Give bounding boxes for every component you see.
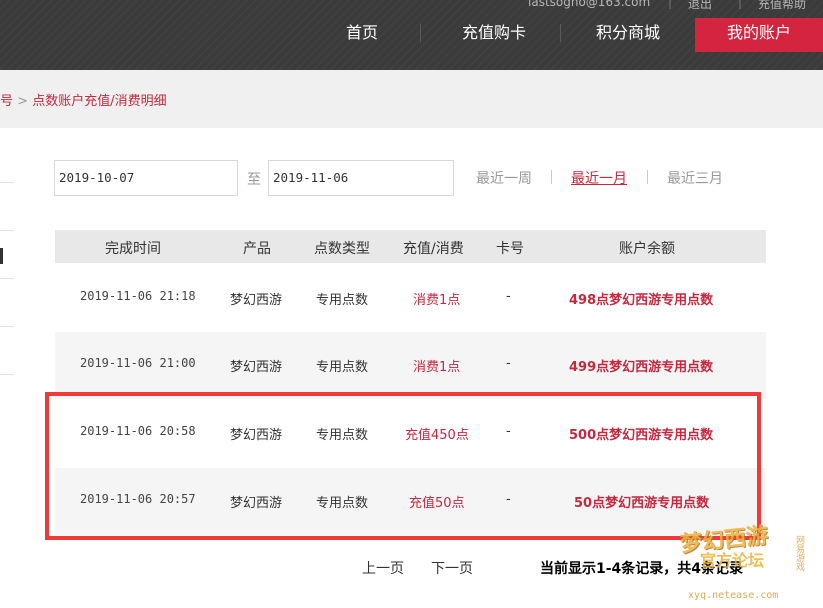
sidebar-divider: [0, 374, 14, 375]
row-balance: 498点梦幻西游专用点数: [569, 293, 714, 308]
nav-recharge-card[interactable]: 充值购卡: [448, 18, 540, 52]
col-product: 产品: [243, 241, 271, 257]
breadcrumb-current: 点数账户充值/消费明细: [32, 94, 167, 109]
table-header: 完成时间 产品 点数类型 充值/消费 卡号 账户余额: [55, 230, 766, 263]
divider: |: [738, 0, 743, 9]
nav-points-mall[interactable]: 积分商城: [582, 18, 674, 52]
next-page-link[interactable]: 下一页: [431, 558, 473, 578]
nav-divider: [420, 24, 421, 42]
row-time: 2019-11-06 21:00: [80, 356, 196, 370]
row-amount: 消费1点: [413, 293, 461, 308]
quick-last-three-months[interactable]: 最近三月: [667, 168, 723, 188]
quick-divider: [647, 170, 648, 184]
watermark-forum: 官方论坛: [700, 551, 765, 570]
end-date-input[interactable]: [273, 161, 443, 193]
sidebar-divider: [0, 278, 14, 279]
quick-last-week[interactable]: 最近一周: [476, 168, 532, 188]
col-finish-time: 完成时间: [105, 241, 161, 257]
to-label: 至: [247, 172, 261, 188]
start-date-input[interactable]: [59, 161, 229, 193]
start-date-field[interactable]: [54, 160, 238, 196]
row-card: -: [506, 289, 511, 304]
sidebar-divider: [0, 182, 14, 183]
divider: |: [668, 0, 673, 9]
watermark-url: xyq.netease.com: [688, 590, 779, 601]
breadcrumb-prev[interactable]: 号: [0, 94, 13, 109]
col-balance: 账户余额: [619, 241, 675, 257]
quick-divider: [551, 170, 552, 184]
col-points-type: 点数类型: [314, 241, 370, 257]
table-row: 2019-11-06 21:00 梦幻西游 专用点数 消费1点 - 499点梦幻…: [55, 332, 766, 399]
sidebar: [0, 128, 14, 608]
watermark-side-text: 网易游戏: [794, 535, 804, 571]
logout-link[interactable]: 退出: [688, 0, 712, 12]
recharge-help-link[interactable]: 充值帮助: [758, 0, 806, 12]
sidebar-active-marker: [0, 248, 3, 264]
sidebar-divider: [0, 230, 14, 231]
prev-page-link[interactable]: 上一页: [362, 558, 404, 578]
top-header: lastsogno@163.com | 退出 | 充值帮助 首页 充值购卡 积分…: [0, 0, 823, 70]
table-row: 2019-11-06 21:18 梦幻西游 专用点数 消费1点 - 498点梦幻…: [55, 265, 766, 332]
user-email[interactable]: lastsogno@163.com: [528, 0, 650, 9]
row-balance: 499点梦幻西游专用点数: [569, 360, 714, 375]
row-product: 梦幻西游: [230, 293, 283, 308]
row-time: 2019-11-06 21:18: [80, 289, 196, 303]
col-card-number: 卡号: [496, 241, 524, 257]
sidebar-divider: [0, 326, 14, 327]
row-type: 专用点数: [316, 360, 369, 375]
quick-last-month[interactable]: 最近一月: [571, 168, 627, 188]
breadcrumb-separator: >: [17, 94, 29, 109]
breadcrumb: 号 > 点数账户充值/消费明细: [0, 90, 167, 109]
highlight-annotation-box: [45, 392, 761, 540]
col-recharge-consume: 充值/消费: [403, 241, 464, 257]
row-card: -: [506, 356, 511, 371]
row-amount: 消费1点: [413, 360, 461, 375]
end-date-field[interactable]: [268, 160, 454, 196]
nav-home[interactable]: 首页: [322, 18, 402, 52]
row-product: 梦幻西游: [230, 360, 283, 375]
nav-my-account[interactable]: 我的账户: [695, 18, 823, 52]
row-type: 专用点数: [316, 293, 369, 308]
nav-divider: [560, 24, 561, 42]
